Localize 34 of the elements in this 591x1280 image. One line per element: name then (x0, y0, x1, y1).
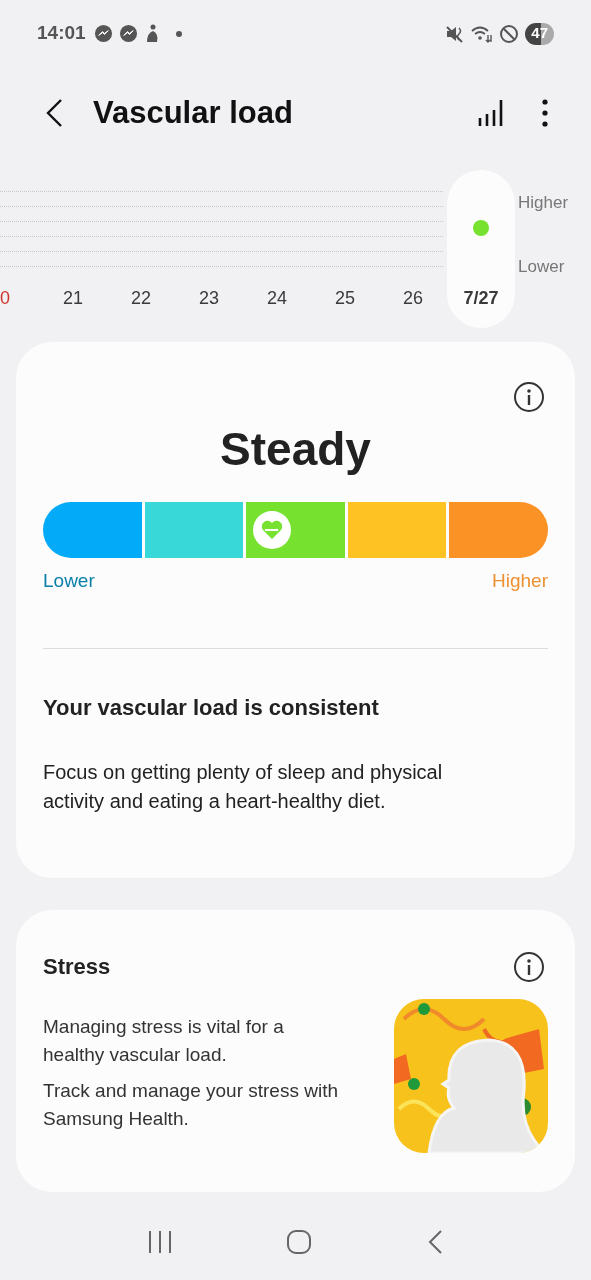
status-text: Steady (220, 422, 371, 477)
back-nav-icon[interactable] (426, 1229, 445, 1255)
home-icon[interactable] (286, 1229, 313, 1255)
messenger-icon (118, 24, 138, 43)
info-icon[interactable] (513, 950, 545, 983)
stress-card[interactable]: Stress Managing stress is vital for a healthy vascular load. Track and manage your stress with Samsung Health. (16, 910, 575, 1192)
selected-day-column[interactable]: 7/27 (447, 170, 515, 328)
result-description: Focus on getting plenty of sleep and physical activity and eating a heart-healthy diet. (43, 759, 444, 814)
status-time: 14:01 (37, 21, 86, 46)
axis-label: Lower (518, 255, 566, 278)
scale-high-label: Higher (492, 569, 548, 593)
axis-label: Higher (518, 192, 569, 214)
day-label[interactable]: 7/27 (463, 285, 499, 312)
more-icon[interactable] (541, 98, 549, 128)
stress-description: Managing stress is vital for a healthy vascular load. (43, 1015, 285, 1067)
page-title: Vascular load (93, 93, 293, 132)
result-heading: Your vascular load is consistent (43, 693, 380, 722)
do-not-disturb-icon (499, 23, 520, 44)
recent-apps-icon[interactable] (146, 1230, 173, 1254)
messenger-icon (93, 24, 113, 43)
day-label[interactable]: 22 (131, 285, 151, 312)
heart-marker-icon (253, 511, 292, 549)
day-label[interactable]: 24 (267, 285, 287, 312)
stress-description: Track and manage your stress with Samsung Health. (43, 1079, 339, 1131)
info-icon[interactable] (513, 381, 545, 413)
stress-title: Stress (43, 953, 111, 981)
battery-indicator: 47 (525, 22, 554, 45)
day-label[interactable]: 25 (335, 285, 355, 312)
bar-chart-icon[interactable] (477, 98, 505, 128)
day-label[interactable]: 0 (0, 285, 10, 312)
scale-low-label: Lower (43, 569, 95, 593)
day-label[interactable]: 26 (403, 285, 423, 312)
day-label[interactable]: 21 (63, 285, 83, 312)
day-label[interactable]: 23 (199, 285, 219, 312)
